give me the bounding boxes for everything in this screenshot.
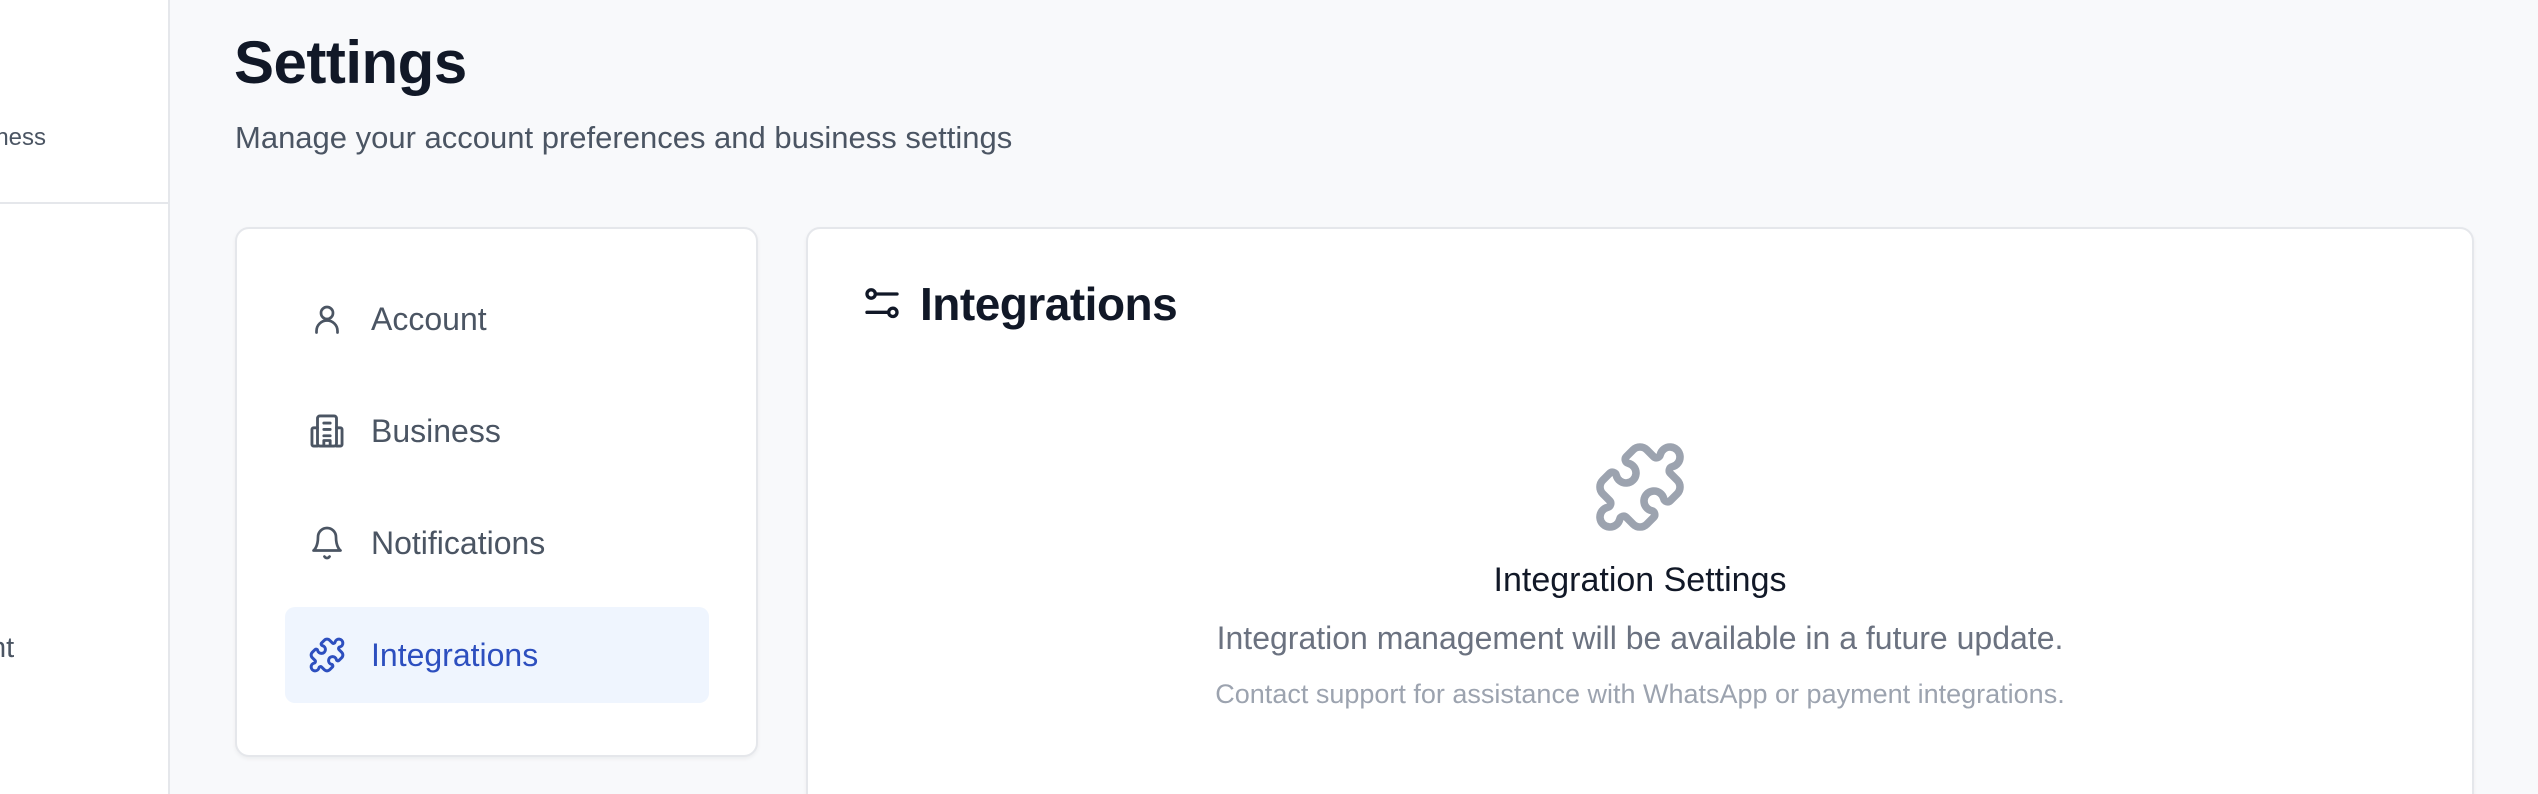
panel-header: Integrations (862, 277, 1178, 331)
building-icon (307, 411, 347, 451)
panel-title: Integrations (920, 278, 1178, 330)
empty-state-description: Integration management will be available… (1216, 620, 2064, 656)
settings-nav-label: Account (371, 300, 487, 337)
user-icon (307, 299, 347, 339)
empty-state: Integration Settings Integration managem… (808, 439, 2472, 710)
app-sidebar: siness nt (0, 0, 170, 794)
settings-nav-account[interactable]: Account (285, 271, 709, 367)
settings-nav: Account Business Notifications Integrati… (235, 227, 758, 757)
bell-icon (307, 523, 347, 563)
sidebar-business-subtitle: siness (0, 124, 47, 151)
page-subtitle: Manage your account preferences and busi… (235, 120, 1013, 155)
puzzle-icon (1592, 439, 1688, 535)
integrations-panel: Integrations Integration Settings Integr… (806, 227, 2474, 794)
settings-nav-business[interactable]: Business (285, 383, 709, 479)
settings-nav-integrations[interactable]: Integrations (285, 607, 709, 703)
empty-state-title: Integration Settings (1493, 561, 1787, 599)
settings-nav-label: Notifications (371, 524, 546, 561)
settings-nav-label: Integrations (371, 636, 539, 673)
sidebar-divider (0, 202, 168, 204)
puzzle-icon (307, 635, 347, 675)
sidebar-nav-item[interactable]: nt (0, 632, 14, 665)
sliders-icon (862, 284, 902, 324)
settings-nav-label: Business (371, 412, 501, 449)
settings-nav-notifications[interactable]: Notifications (285, 495, 709, 591)
page-title: Settings (234, 29, 467, 96)
empty-state-note: Contact support for assistance with What… (1215, 679, 2065, 709)
